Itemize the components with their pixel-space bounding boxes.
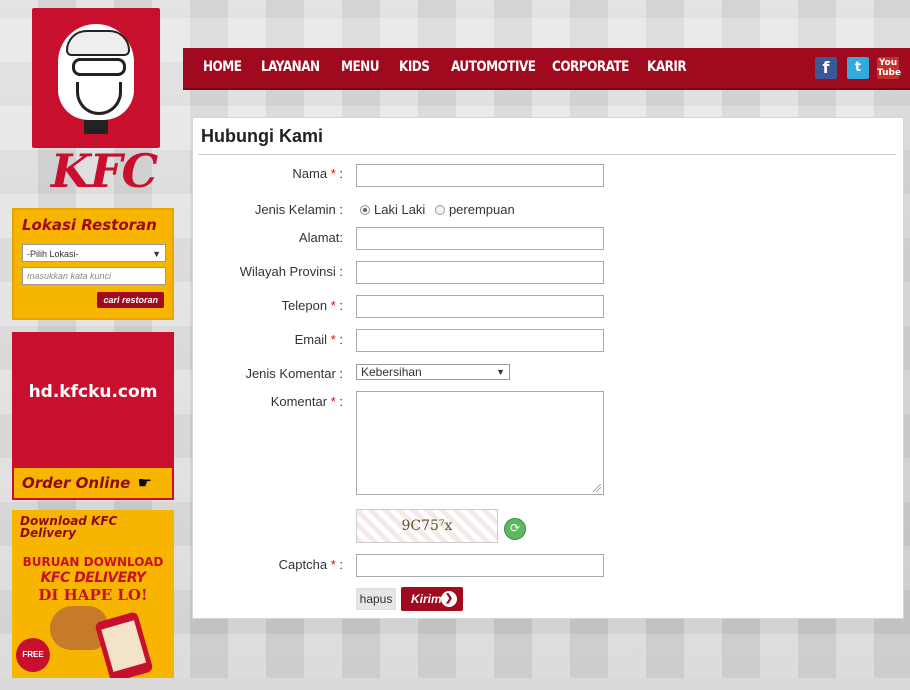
telepon-input[interactable] xyxy=(356,295,604,318)
phone-image xyxy=(94,611,154,678)
dropdown-arrow-icon: ▼ xyxy=(496,367,505,377)
main-nav: HOME LAYANAN MENU KIDS AUTOMOTIVE CORPOR… xyxy=(183,48,910,90)
submit-button[interactable]: Kirim ❯ xyxy=(401,587,463,611)
background-digits xyxy=(180,630,910,690)
radio-perempuan[interactable] xyxy=(434,205,445,215)
logo-wordmark: KFC xyxy=(50,144,158,198)
hand-pointer-icon: ☛ xyxy=(137,473,152,492)
label-wilayah: Wilayah Provinsi : xyxy=(239,264,343,279)
label-captcha: Captcha * : xyxy=(278,557,343,572)
alamat-input[interactable] xyxy=(356,227,604,250)
download-app-banner[interactable]: Download KFC Delivery BURUAN DOWNLOAD KF… xyxy=(12,510,174,678)
label-alamat: Alamat: xyxy=(298,230,343,245)
resize-handle-icon[interactable] xyxy=(593,484,601,492)
nama-input[interactable] xyxy=(356,164,604,187)
promo-line-2: KFC DELIVERY xyxy=(40,570,146,586)
logo-banner xyxy=(32,8,160,148)
locator-title: Lokasi Restoran xyxy=(22,216,157,234)
promo-line-1: BURUAN DOWNLOAD xyxy=(22,555,164,569)
twitter-icon[interactable]: t xyxy=(847,57,869,79)
label-nama: Nama * : xyxy=(292,166,343,181)
nav-corporate[interactable]: CORPORATE xyxy=(552,48,629,88)
order-online-label: Order Online xyxy=(22,474,131,492)
label-jenis-komentar: Jenis Komentar : xyxy=(245,366,343,381)
nav-menu[interactable]: MENU xyxy=(341,48,380,88)
location-select[interactable]: -Pilih Lokasi- ▼ xyxy=(22,244,166,262)
label-telepon: Telepon * : xyxy=(281,298,343,313)
location-select-value: -Pilih Lokasi- xyxy=(27,249,79,259)
captcha-input[interactable] xyxy=(356,554,604,577)
facebook-icon[interactable]: f xyxy=(815,57,837,79)
keyword-input[interactable]: masukkan kata kunci xyxy=(22,267,166,285)
bowtie-icon xyxy=(84,120,108,134)
kfc-logo[interactable]: KFC xyxy=(14,0,176,200)
page-title: Hubungi Kami xyxy=(201,126,323,146)
radio-perempuan-label: perempuan xyxy=(448,202,515,217)
jenis-komentar-select[interactable]: Kebersihan ▼ xyxy=(356,364,510,380)
radio-laki-laki[interactable] xyxy=(360,205,370,215)
label-komentar: Komentar * : xyxy=(270,394,343,409)
jenis-komentar-value: Kebersihan xyxy=(361,365,422,379)
colonel-sanders-icon xyxy=(58,24,134,120)
nav-kids[interactable]: KIDS xyxy=(399,48,430,88)
komentar-textarea[interactable] xyxy=(356,391,604,495)
youtube-icon[interactable]: You Tube xyxy=(877,57,901,79)
hd-delivery-banner[interactable]: hd.kfcku.com Order Online ☛ xyxy=(12,332,174,500)
order-online-button[interactable]: Order Online ☛ xyxy=(14,468,172,498)
search-restaurant-button[interactable]: cari restoran xyxy=(97,292,164,308)
label-jenis-kelamin: Jenis Kelamin : xyxy=(254,202,343,217)
radio-laki-laki-label: Laki Laki xyxy=(374,202,426,217)
label-email: Email * : xyxy=(294,332,343,347)
hd-site-text: hd.kfcku.com xyxy=(28,382,158,402)
wilayah-input[interactable] xyxy=(356,261,604,284)
gender-radio-group: Laki Laki perempuan xyxy=(360,202,515,217)
nav-home[interactable]: HOME xyxy=(203,48,242,88)
restaurant-locator: Lokasi Restoran -Pilih Lokasi- ▼ masukka… xyxy=(12,208,174,320)
submit-label: Kirim xyxy=(411,592,442,606)
download-title: Download KFC Delivery xyxy=(20,514,118,540)
arrow-right-icon: ❯ xyxy=(441,591,457,607)
refresh-captcha-icon[interactable]: ⟳ xyxy=(504,518,526,540)
captcha-image: 9C75⁷x xyxy=(356,509,498,543)
promo-line-3: DI HAPE LO! xyxy=(38,586,148,604)
free-badge: FREE xyxy=(16,638,50,672)
reset-button[interactable]: hapus xyxy=(356,588,396,610)
title-divider xyxy=(198,154,896,155)
dropdown-arrow-icon: ▼ xyxy=(152,249,161,259)
contact-form-panel: Hubungi Kami Nama * : Jenis Kelamin : La… xyxy=(192,117,904,619)
email-input[interactable] xyxy=(356,329,604,352)
nav-karir[interactable]: KARIR xyxy=(647,48,687,88)
nav-automotive[interactable]: AUTOMOTIVE xyxy=(451,48,536,88)
nav-layanan[interactable]: LAYANAN xyxy=(261,48,320,88)
